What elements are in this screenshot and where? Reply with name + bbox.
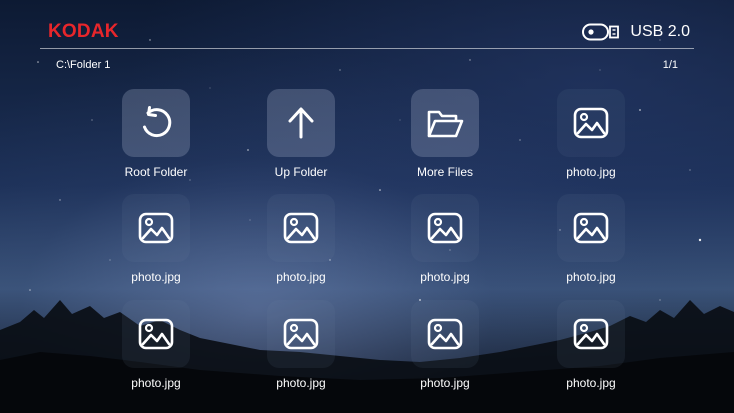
image-icon <box>283 318 319 350</box>
file-tile[interactable]: photo.jpg <box>96 300 216 400</box>
tile-label: photo.jpg <box>566 270 616 284</box>
file-tile[interactable]: photo.jpg <box>531 300 651 400</box>
image-icon <box>573 107 609 139</box>
image-icon <box>573 318 609 350</box>
file-grid: Root Folder Up Folder More Files photo.j… <box>0 0 734 413</box>
more-files-tile[interactable]: More Files <box>385 89 505 189</box>
image-icon <box>427 212 463 244</box>
up-folder-button[interactable] <box>267 89 335 157</box>
folder-icon <box>427 110 464 138</box>
file-thumbnail[interactable] <box>557 89 625 157</box>
up-folder-tile[interactable]: Up Folder <box>241 89 361 189</box>
file-tile[interactable]: photo.jpg <box>531 194 651 294</box>
file-thumbnail[interactable] <box>267 194 335 262</box>
file-thumbnail[interactable] <box>557 194 625 262</box>
image-icon <box>427 318 463 350</box>
tile-label: More Files <box>416 165 473 179</box>
file-tile[interactable]: photo.jpg <box>241 300 361 400</box>
tile-label: photo.jpg <box>131 270 181 284</box>
image-icon <box>573 212 609 244</box>
file-browser-screen: KODAK USB 2.0 C:\Folder 1 1/1 Root Folde… <box>0 0 734 413</box>
image-icon <box>138 212 174 244</box>
root-folder-button[interactable] <box>122 89 190 157</box>
image-icon <box>138 318 174 350</box>
file-thumbnail[interactable] <box>411 300 479 368</box>
root-folder-tile[interactable]: Root Folder <box>96 89 216 189</box>
file-tile[interactable]: photo.jpg <box>531 89 651 189</box>
rotate-icon <box>143 106 172 138</box>
file-tile[interactable]: photo.jpg <box>96 194 216 294</box>
tile-label: photo.jpg <box>420 270 470 284</box>
tile-label: Up Folder <box>274 165 328 179</box>
file-thumbnail[interactable] <box>411 194 479 262</box>
image-icon <box>283 212 319 244</box>
file-tile[interactable]: photo.jpg <box>385 300 505 400</box>
arrow-up-icon <box>288 107 314 139</box>
tile-label: photo.jpg <box>566 165 616 179</box>
more-files-button[interactable] <box>411 89 479 157</box>
tile-label: photo.jpg <box>566 376 616 390</box>
file-tile[interactable]: photo.jpg <box>385 194 505 294</box>
tile-label: Root Folder <box>124 165 188 179</box>
tile-label: photo.jpg <box>276 270 326 284</box>
file-thumbnail[interactable] <box>267 300 335 368</box>
file-thumbnail[interactable] <box>122 300 190 368</box>
file-thumbnail[interactable] <box>122 194 190 262</box>
file-tile[interactable]: photo.jpg <box>241 194 361 294</box>
tile-label: photo.jpg <box>131 376 181 390</box>
tile-label: photo.jpg <box>420 376 470 390</box>
tile-label: photo.jpg <box>276 376 326 390</box>
file-thumbnail[interactable] <box>557 300 625 368</box>
